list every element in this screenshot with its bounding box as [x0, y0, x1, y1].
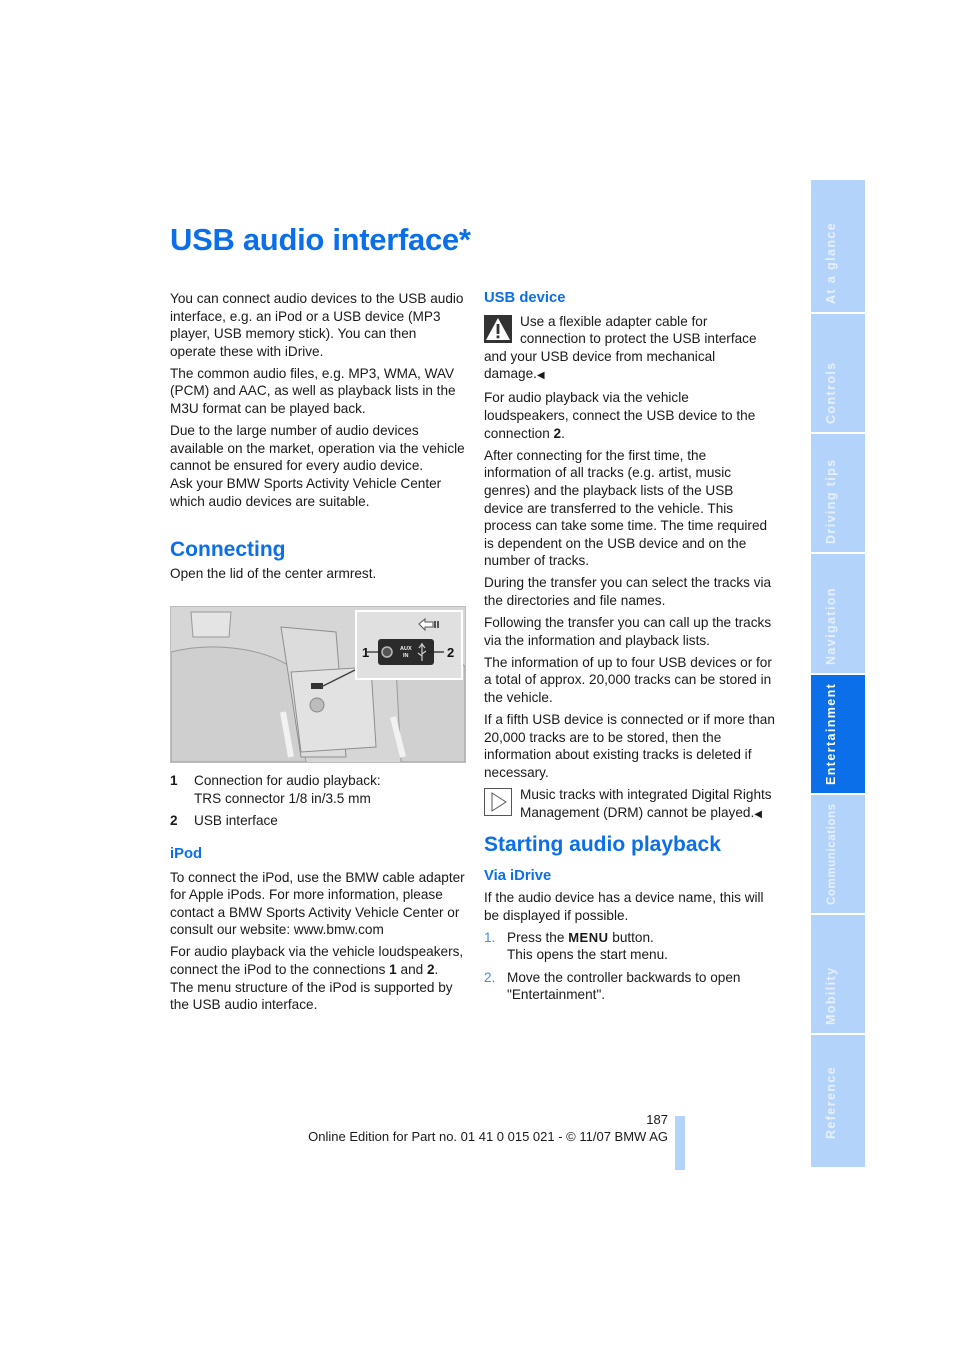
connecting-heading: Connecting — [170, 538, 286, 561]
intro-paragraph: Due to the large number of audio devices… — [170, 423, 465, 474]
tab-navigation[interactable]: Navigation — [811, 554, 865, 673]
connecting-section: Connecting Open the lid of the center ar… — [170, 538, 466, 587]
callout-1: 1 — [362, 645, 369, 660]
legend-item: 1 Connection for audio playback: TRS con… — [170, 772, 466, 807]
ipod-paragraph: To connect the iPod, use the BMW cable a… — [170, 869, 465, 938]
intro-paragraph: The common audio files, e.g. MP3, WMA, W… — [170, 365, 456, 417]
starting-heading: Starting audio playback — [484, 833, 721, 856]
warning-icon — [484, 314, 512, 343]
intro-paragraph: You can connect audio devices to the USB… — [170, 291, 464, 359]
aux-label: AUX — [400, 646, 412, 652]
tab-controls[interactable]: Controls — [811, 314, 865, 432]
usb-paragraph: Following the transfer you can call up t… — [484, 615, 772, 648]
footer-bar — [675, 1116, 685, 1170]
usb-device-section: USB device Use a flexible adapter cable … — [484, 290, 776, 828]
step-item: 1. Press the MENU button. This opens the … — [484, 929, 668, 963]
via-idrive-heading: Via iDrive — [484, 867, 552, 884]
steps-list: 1. Press the MENU button. This opens the … — [484, 929, 776, 1004]
ipod-heading: iPod — [170, 846, 203, 862]
armrest-illustration: 1 2 AUX IN — [171, 607, 465, 762]
tab-reference[interactable]: Reference — [811, 1035, 865, 1167]
tab-driving-tips[interactable]: Driving tips — [811, 434, 865, 552]
page-number: 187 — [646, 1112, 668, 1127]
legend-text: USB interface — [194, 813, 278, 829]
usb-paragraph: The information of up to four USB device… — [484, 654, 772, 705]
armrest-figure: 1 2 AUX IN — [170, 606, 466, 763]
connecting-text: Open the lid of the center armrest. — [170, 565, 377, 581]
step-item: 2. Move the controller backwards to open… — [484, 969, 741, 1003]
drm-note: Music tracks with integrated Digital Rig… — [484, 786, 776, 823]
tab-entertainment[interactable]: Entertainment — [811, 675, 865, 793]
legend-number: 2 — [170, 813, 178, 829]
end-mark-icon: ◀ — [536, 370, 545, 382]
usb-paragraph: After connecting for the first time, the… — [484, 447, 768, 569]
in-label: IN — [403, 653, 409, 659]
starting-section: Starting audio playback Via iDrive If th… — [484, 833, 776, 1008]
ipod-paragraph: The menu structure of the iPod is suppor… — [170, 979, 453, 1013]
callout-2: 2 — [447, 645, 454, 660]
ipod-section: iPod To connect the iPod, use the BMW ca… — [170, 846, 466, 1018]
usb-paragraph: If a fifth USB device is connected or if… — [484, 712, 775, 780]
note-play-icon — [484, 787, 512, 816]
intro-paragraph: Ask your BMW Sports Activity Vehicle Cen… — [170, 475, 442, 509]
page-footer: 187 Online Edition for Part no. 01 41 0 … — [290, 1111, 668, 1145]
legend-number: 1 — [170, 773, 178, 788]
legend-text: TRS connector 1/8 in/3.5 mm — [194, 790, 371, 806]
left-column: You can connect audio devices to the USB… — [170, 290, 466, 515]
chapter-tabs: At a glance Controls Driving tips Naviga… — [811, 180, 865, 1167]
tab-communications[interactable]: Communications — [811, 795, 865, 913]
ipod-paragraph: For audio playback via the vehicle louds… — [170, 944, 464, 978]
warning-note: Use a flexible adapter cable for connect… — [484, 313, 757, 382]
end-mark-icon: ◀ — [754, 808, 762, 820]
footer-text: Online Edition for Part no. 01 41 0 015 … — [308, 1129, 668, 1144]
page-title: USB audio interface* — [170, 222, 471, 257]
tab-at-a-glance[interactable]: At a glance — [811, 180, 865, 312]
usb-device-heading: USB device — [484, 290, 566, 306]
legend-item: 2 USB interface — [170, 812, 466, 830]
usb-paragraph: For audio playback via the vehicle louds… — [484, 390, 756, 441]
legend-text: Connection for audio playback: — [194, 773, 381, 788]
figure-legend: 1 Connection for audio playback: TRS con… — [170, 772, 466, 830]
tab-mobility[interactable]: Mobility — [811, 915, 865, 1033]
usb-paragraph: During the transfer you can select the t… — [484, 575, 772, 608]
starting-text: If the audio device has a device name, t… — [484, 890, 764, 923]
menu-key-icon: MENU — [568, 929, 609, 945]
